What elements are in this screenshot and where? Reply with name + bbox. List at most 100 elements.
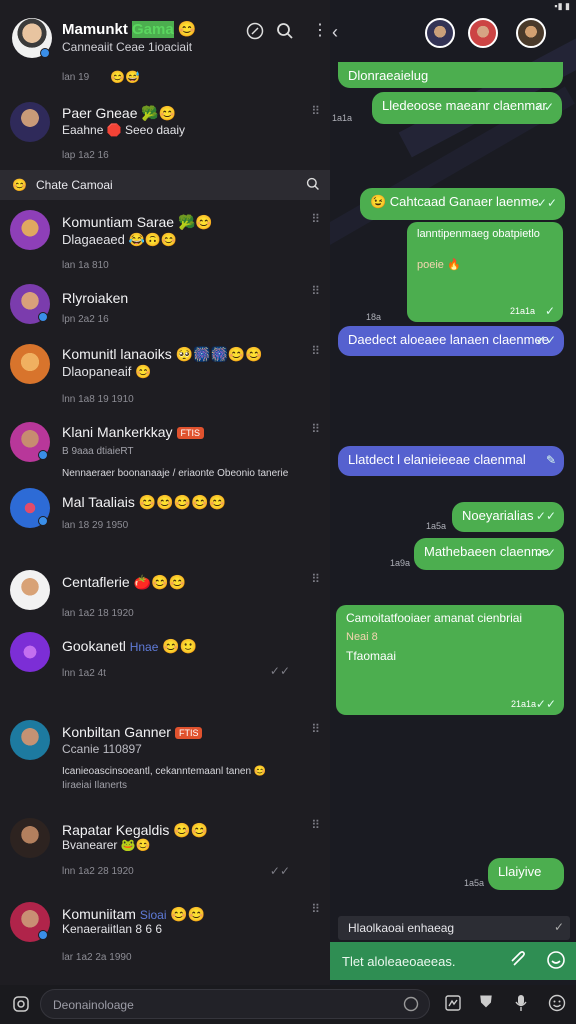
chat-time: lan 1a2 18 1920: [62, 608, 134, 619]
chat-item[interactable]: Gookanetl Hnae 😊🙂 lnn 1a2 4t ✓✓: [0, 630, 330, 710]
chat-item[interactable]: Komunitl lanaoiks 🥺🎆🎆😊😊 Dlaopaneaif 😊 ln…: [0, 340, 330, 415]
chat-name: Centaflerie 🍅😊😊: [62, 574, 186, 590]
chat-preview: B 9aaa dtiaieRT: [62, 446, 134, 457]
drag-handle-icon[interactable]: ⠿: [311, 104, 320, 118]
message-bubble[interactable]: Dlonraeaielug: [338, 62, 563, 88]
verified-badge-icon: [38, 312, 48, 322]
chat-time: lnn 1a8 19 1910: [62, 394, 134, 405]
chat-item[interactable]: Paer Gneae 🥦😊 Eaahne 🛑 Seeo daaiy lap 1a…: [0, 100, 330, 166]
avatar: [10, 344, 50, 384]
message-time: 1a5a: [426, 521, 447, 531]
chat-item[interactable]: Konbiltan Ganner FTIS Ccanie 110897 Icani…: [0, 716, 330, 812]
chat-time: lnn 1a2 4t: [62, 668, 106, 679]
emoji-icon[interactable]: [546, 950, 566, 975]
chat-preview: Eaahne 🛑 Seeo daaiy: [62, 123, 186, 137]
chat-preview: Nennaeraer boonanaaje / eriaonte Obeonio…: [62, 468, 289, 479]
conversation-pane: ‹ ▪▮ ▮ Dlonraeaielug Lledeoose maeanr cl…: [330, 0, 576, 985]
drag-handle-icon[interactable]: ⠿: [311, 422, 320, 436]
search-icon[interactable]: [276, 22, 294, 45]
section-search-icon[interactable]: [306, 177, 320, 196]
status-badge: FTIS: [174, 727, 203, 740]
header-title: Mamunkt Gama 😊: [62, 21, 197, 38]
chat-name: Komuniitam Sioai 😊😊: [62, 906, 206, 922]
message-bubble[interactable]: Camoitatfooiaer amanat cienbriai Neai 8 …: [336, 605, 564, 715]
chat-name: Rapatar Kegaldis 😊😊: [62, 822, 209, 838]
message-bubble[interactable]: Lledeoose maeanr claenmar ✓✓: [372, 92, 562, 124]
drag-handle-icon[interactable]: ⠿: [311, 284, 320, 298]
chat-item[interactable]: Centaflerie 🍅😊😊 lan 1a2 18 1920 ⠿: [0, 566, 330, 624]
chat-name: Paer Gneae 🥦😊: [62, 105, 177, 121]
message-time: 21a1a: [510, 699, 536, 709]
drag-handle-icon[interactable]: ⠿: [311, 212, 320, 226]
microphone-icon[interactable]: [514, 994, 528, 1017]
message-bubble[interactable]: Llaiyive: [488, 858, 564, 890]
chat-time: lan 18 29 1950: [62, 520, 129, 531]
chat-preview: Bvanearer 🐸😊: [62, 838, 151, 852]
status-badge: FTIS: [176, 427, 204, 440]
gif-icon[interactable]: [445, 995, 461, 1016]
chat-name: Gookanetl Hnae 😊🙂: [62, 638, 198, 654]
read-receipt-icon: ✓✓: [535, 546, 556, 560]
message-bubble[interactable]: Daedect aloeaee lanaen claenmee ✓✓: [338, 326, 564, 356]
avatar[interactable]: [425, 18, 455, 48]
chat-name: Komuntiam Sarae 🥦😊: [62, 214, 213, 230]
read-receipt-icon: ✓✓: [535, 509, 556, 523]
drag-handle-icon[interactable]: ⠿: [311, 344, 320, 358]
message-input[interactable]: Deonainoloage: [40, 989, 430, 1019]
drag-handle-icon[interactable]: ⠿: [311, 902, 320, 916]
verified-badge-icon: [40, 48, 50, 58]
message-bubble[interactable]: Noeyarialias ✓✓: [452, 502, 564, 532]
message-bubble[interactable]: lanntipenmaeg obatpietlo poeie 🔥 21a1a ✓: [407, 222, 563, 322]
draft-text: Tlet aloleaeoaeeas.: [342, 954, 456, 969]
read-receipt-icon: ✓✓: [269, 664, 290, 678]
emoji-picker-icon[interactable]: [548, 994, 566, 1017]
header-subtitle: Canneaiit Ceae 1ioaciait: [62, 40, 193, 54]
chat-name: Konbiltan Ganner FTIS: [62, 724, 203, 740]
read-receipt-icon: ✓✓: [536, 196, 557, 210]
signal-icon: ▪▮ ▮: [554, 1, 570, 11]
compose-icon[interactable]: [246, 22, 264, 45]
camera-icon[interactable]: [12, 995, 30, 1018]
message-bubble[interactable]: 😉 Cahtcaad Ganaer laenme ✓✓: [360, 188, 565, 220]
back-arrow-icon[interactable]: ‹: [332, 22, 338, 43]
chat-preview: Ccanie 110897: [62, 742, 142, 756]
check-icon: ✓: [553, 920, 564, 934]
drag-handle-icon[interactable]: ⠿: [311, 818, 320, 832]
chat-item[interactable]: lan 19 😊😅: [0, 62, 330, 100]
chat-time: lan 1a 810: [62, 260, 109, 271]
chat-item[interactable]: Komuniitam Sioai 😊😊 Kenaeraiitlan 8 6 6 …: [0, 898, 330, 970]
avatar[interactable]: [468, 18, 498, 48]
chat-name: Rlyroiaken: [62, 290, 129, 306]
chat-time: lnn 1a2 28 1920: [62, 866, 134, 877]
read-receipt-icon: ✓✓: [535, 697, 556, 711]
gift-icon[interactable]: ⛊: [480, 994, 492, 1012]
drag-handle-icon[interactable]: ⠿: [311, 722, 320, 736]
section-icon: 😊: [12, 178, 27, 192]
avatar: [10, 818, 50, 858]
read-receipt-icon: ✓: [544, 304, 555, 318]
message-time: 1a9a: [390, 558, 411, 568]
attach-icon[interactable]: [510, 951, 528, 974]
message-time: 18a: [366, 312, 382, 322]
chat-time: lar 1a2 2a 1990: [62, 952, 132, 963]
message-bubble[interactable]: Mathebaeen claenme ✓✓: [414, 538, 564, 570]
avatar: [10, 632, 50, 672]
chat-item[interactable]: Komuntiam Sarae 🥦😊 Dlagaeaed 😂🙃😊 lan 1a …: [0, 206, 330, 278]
chat-item[interactable]: Rapatar Kegaldis 😊😊 Bvanearer 🐸😊 lnn 1a2…: [0, 814, 330, 888]
avatar: [10, 720, 50, 760]
message-bubble[interactable]: Llatdect l elanieieeae claenmal ✎: [338, 446, 564, 476]
avatar[interactable]: [516, 18, 546, 48]
section-label: Chate Camoai: [36, 178, 113, 192]
sticker-icon[interactable]: [403, 996, 419, 1017]
message-time: 1a5a: [464, 878, 485, 888]
chat-item[interactable]: Nennaeraer boonanaaje / eriaonte Obeonio…: [0, 466, 330, 536]
drag-handle-icon[interactable]: ⠿: [311, 572, 320, 586]
avatar: [10, 570, 50, 610]
avatar: [10, 210, 50, 250]
chat-item[interactable]: Rlyroiaken lpn 2a2 16 ⠿: [0, 280, 330, 338]
chat-preview: Dlaopaneaif 😊: [62, 364, 152, 379]
reply-quote[interactable]: Hlaolkaoai enhaeag ✓: [338, 916, 570, 940]
more-options-icon[interactable]: ⋮: [312, 20, 328, 40]
compose-bar[interactable]: Tlet aloleaeoaeeas.: [330, 942, 576, 980]
read-receipt-icon: ✓✓: [269, 864, 290, 878]
